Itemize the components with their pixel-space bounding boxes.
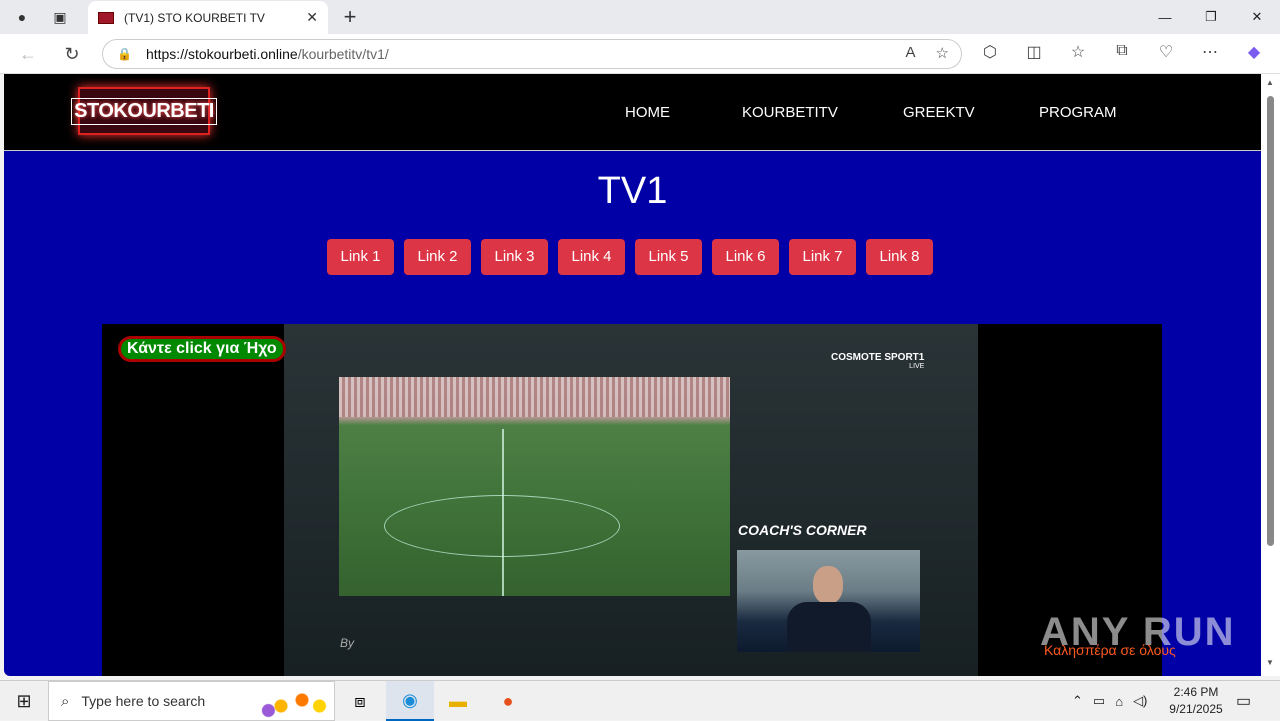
site-logo[interactable]: STOKOURBETI — [71, 87, 217, 135]
scrollbar-thumb[interactable] — [1267, 96, 1274, 546]
url-text: https://stokourbeti.online/kourbetitv/tv… — [146, 46, 389, 62]
edge-browser-icon[interactable]: ◉ — [386, 681, 434, 721]
video-player[interactable]: COSMOTE SPORT1 LIVE COACH'S CORNER By Κάν… — [102, 324, 1162, 676]
search-placeholder: Type here to search — [81, 693, 206, 709]
url-path: /kourbetitv/tv1/ — [297, 46, 389, 62]
start-windows-icon[interactable]: ⊞ — [0, 681, 48, 721]
address-bar-row: ← ↻ 🔒 https://stokourbeti.online/kourbet… — [0, 34, 1280, 74]
link-1-button[interactable]: Link 1 — [327, 239, 394, 275]
read-aloud-icon[interactable]: A — [906, 44, 916, 62]
tab-actions-icon[interactable]: ▣ — [46, 5, 74, 29]
new-tab-button[interactable]: + — [338, 4, 362, 30]
scroll-up-icon[interactable]: ▲ — [1266, 78, 1274, 87]
link-8-button[interactable]: Link 8 — [866, 239, 933, 275]
url-field[interactable]: 🔒 https://stokourbeti.online/kourbetitv/… — [102, 39, 962, 69]
windows-taskbar: ⊞ ⌕ Type here to search ⧈ ◉ ▬ ● ⌃ ▭ ⌂ ◁)… — [0, 680, 1280, 721]
coach-corner-caption: COACH'S CORNER — [738, 522, 867, 538]
firefox-icon[interactable]: ● — [484, 681, 532, 721]
copilot-icon[interactable]: ◆ — [1232, 42, 1276, 62]
task-view-icon[interactable]: ⧈ — [336, 681, 384, 721]
close-window-button[interactable]: ✕ — [1234, 0, 1280, 34]
video-byline: By — [340, 636, 355, 650]
logo-text: STOKOURBETI — [71, 97, 217, 125]
channel-live-label: LIVE — [909, 363, 925, 370]
link-6-button[interactable]: Link 6 — [712, 239, 779, 275]
search-highlight-image — [260, 688, 330, 718]
nav-home[interactable]: HOME — [625, 104, 670, 121]
system-tray: ⌃ ▭ ⌂ ◁) — [1072, 681, 1147, 721]
notifications-icon[interactable]: ▭ — [1236, 691, 1251, 711]
web-page: STOKOURBETI HOME KOURBETITV GREEKTV PROG… — [4, 74, 1261, 676]
tray-chevron-up-icon[interactable]: ⌃ — [1072, 693, 1083, 709]
browser-essentials-icon[interactable]: ♡ — [1144, 42, 1188, 62]
lock-icon[interactable]: 🔒 — [117, 47, 132, 61]
back-arrow-icon[interactable]: ← — [16, 42, 40, 66]
nav-kourbetitv[interactable]: KOURBETITV — [742, 104, 838, 121]
page-title: TV1 — [597, 170, 668, 212]
scrolling-ticker: Καλησπέρα σε όλους — [1044, 642, 1176, 658]
favorites-icon[interactable]: ☆ — [1056, 42, 1100, 62]
refresh-icon[interactable]: ↻ — [60, 42, 84, 66]
clock-date: 9/21/2025 — [1169, 702, 1223, 716]
tab-title: (TV1) STO KOURBETI TV — [124, 10, 265, 25]
search-icon: ⌕ — [61, 692, 70, 710]
link-4-button[interactable]: Link 4 — [558, 239, 625, 275]
url-host: https://stokourbeti.online — [145, 46, 298, 62]
reporter-image — [737, 550, 920, 652]
link-3-button[interactable]: Link 3 — [481, 239, 548, 275]
collections-icon[interactable]: ⧉ — [1100, 42, 1144, 62]
profile-icon[interactable]: ● — [8, 5, 36, 29]
more-menu-icon[interactable]: ⋯ — [1188, 42, 1232, 62]
site-favicon-icon — [98, 11, 114, 24]
split-screen-icon[interactable]: ◫ — [1012, 42, 1056, 62]
stream-links: Link 1 Link 2 Link 3 Link 4 Link 5 Link … — [327, 239, 933, 275]
browser-tab-active[interactable]: (TV1) STO KOURBETI TV ✕ — [88, 1, 328, 34]
browser-tab-strip: ● ▣ (TV1) STO KOURBETI TV ✕ + — ❐ ✕ — [0, 0, 1280, 34]
video-frame[interactable]: COSMOTE SPORT1 LIVE COACH'S CORNER By — [284, 324, 978, 676]
channel-brand: COSMOTE SPORT1 LIVE — [831, 352, 924, 370]
taskbar-clock[interactable]: 2:46 PM 9/21/2025 — [1164, 684, 1228, 718]
page-scrollbar[interactable]: ▲ ▼ — [1261, 74, 1280, 676]
tab-close-icon[interactable]: ✕ — [306, 9, 318, 26]
nav-program[interactable]: PROGRAM — [1039, 104, 1117, 121]
enable-sound-button[interactable]: Κάντε click για Ήχο — [118, 336, 286, 362]
file-explorer-icon[interactable]: ▬ — [434, 681, 482, 721]
network-icon[interactable]: ⌂ — [1115, 694, 1123, 709]
volume-icon[interactable]: ◁) — [1133, 693, 1147, 709]
site-header: STOKOURBETI HOME KOURBETITV GREEKTV PROG… — [4, 74, 1261, 151]
maximize-button[interactable]: ❐ — [1188, 0, 1234, 34]
channel-brand-text: COSMOTE SPORT1 — [831, 352, 925, 363]
minimize-button[interactable]: — — [1142, 0, 1188, 34]
tray-device-icon[interactable]: ▭ — [1093, 693, 1105, 709]
clock-time: 2:46 PM — [1173, 685, 1219, 699]
extensions-icon[interactable]: ⬡ — [968, 42, 1012, 62]
football-pitch-image — [339, 377, 730, 596]
link-2-button[interactable]: Link 2 — [404, 239, 471, 275]
taskbar-search[interactable]: ⌕ Type here to search — [48, 681, 335, 721]
link-7-button[interactable]: Link 7 — [789, 239, 856, 275]
scroll-down-icon[interactable]: ▼ — [1266, 658, 1274, 667]
nav-greektv[interactable]: GREEKTV — [903, 104, 975, 121]
link-5-button[interactable]: Link 5 — [635, 239, 702, 275]
favorite-star-icon[interactable]: ☆ — [936, 44, 949, 62]
